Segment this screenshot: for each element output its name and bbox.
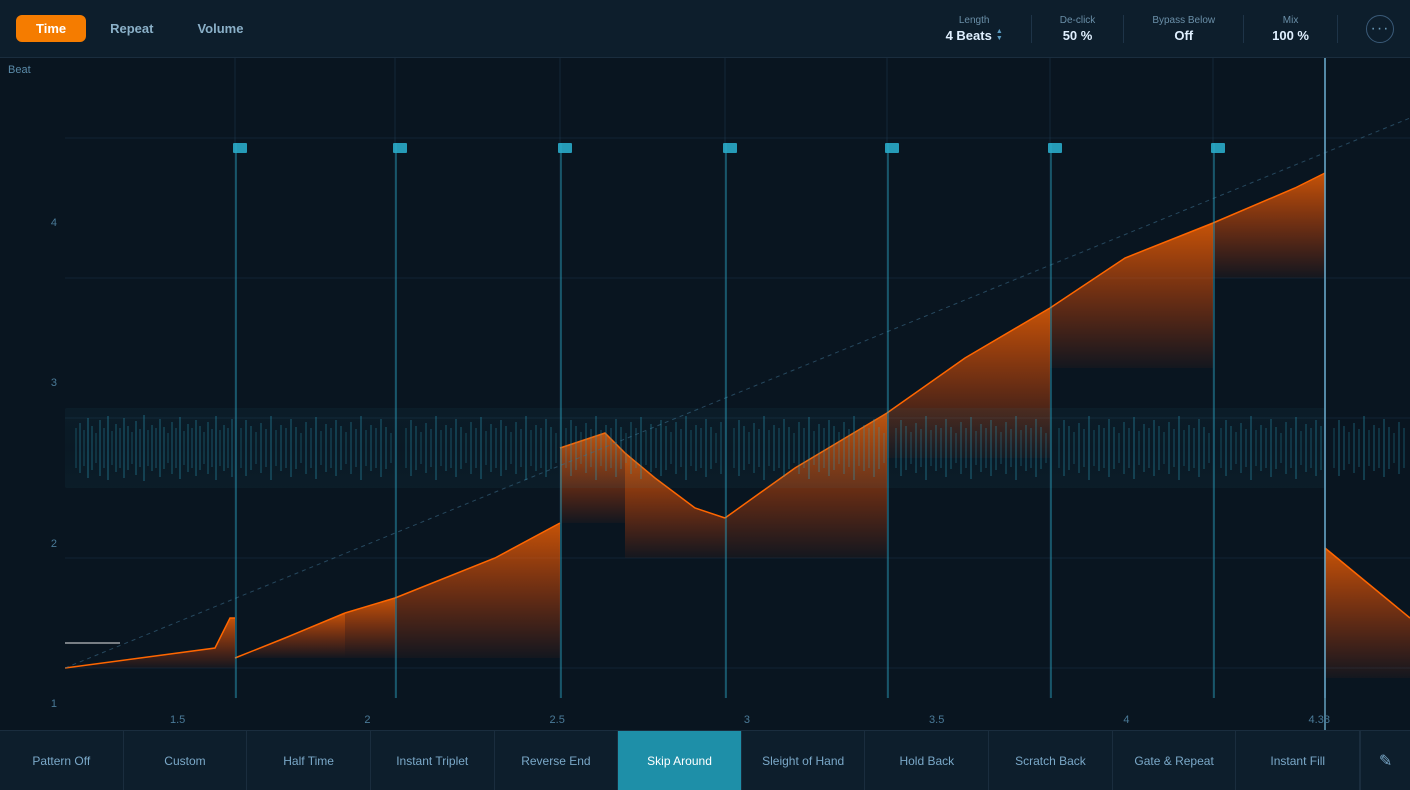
preset-pattern-off[interactable]: Pattern Off [0,731,124,790]
preset-custom[interactable]: Custom [124,731,248,790]
bypass-value[interactable]: Off [1174,28,1193,43]
pencil-icon: ✎ [1379,751,1392,771]
declick-control[interactable]: De-click 50 % [1060,15,1096,43]
declick-label: De-click [1060,15,1096,26]
divider-4 [1337,15,1338,43]
x-label-1-5: 1.5 [170,714,185,726]
preset-half-time[interactable]: Half Time [247,731,371,790]
tab-time[interactable]: Time [16,15,86,42]
x-label-2: 2 [364,714,370,726]
more-button[interactable]: ··· [1366,15,1394,43]
declick-value[interactable]: 50 % [1063,28,1093,43]
preset-skip-around[interactable]: Skip Around [618,731,742,790]
length-control[interactable]: Length 4 Beats ▲▼ [946,15,1003,43]
divider-2 [1123,15,1124,43]
tab-group: Time Repeat Volume [16,15,263,42]
header: Time Repeat Volume Length 4 Beats ▲▼ De-… [0,0,1410,58]
preset-hold-back[interactable]: Hold Back [865,731,989,790]
bypass-label: Bypass Below [1152,15,1215,26]
preset-instant-triplet[interactable]: Instant Triplet [371,731,495,790]
preset-reverse-end[interactable]: Reverse End [495,731,619,790]
mix-label: Mix [1283,15,1299,26]
x-label-3-5: 3.5 [929,714,944,726]
tab-volume[interactable]: Volume [177,15,263,42]
header-controls: Length 4 Beats ▲▼ De-click 50 % Bypass B… [946,15,1394,43]
x-label-4: 4 [1123,714,1129,726]
preset-sleight-of-hand[interactable]: Sleight of Hand [742,731,866,790]
bypass-control[interactable]: Bypass Below Off [1152,15,1215,43]
y-label-4val: 4 [0,217,65,229]
bottom-bar: Pattern Off Custom Half Time Instant Tri… [0,730,1410,790]
pencil-button[interactable]: ✎ [1360,731,1410,790]
x-label-2-5: 2.5 [550,714,565,726]
mix-value[interactable]: 100 % [1272,28,1309,43]
canvas-area[interactable]: Beat 4 3 2 1 [0,58,1410,730]
preset-scratch-back[interactable]: Scratch Back [989,731,1113,790]
length-value[interactable]: 4 Beats ▲▼ [946,28,1003,43]
tab-repeat[interactable]: Repeat [90,15,173,42]
main-visualization[interactable] [65,58,1410,730]
x-label-4-38: 4.38 [1309,714,1330,726]
y-axis: 4 3 2 1 [0,58,65,730]
y-label-1val: 1 [0,698,65,710]
preset-gate-repeat[interactable]: Gate & Repeat [1113,731,1237,790]
x-axis: 1.5 2 2.5 3 3.5 4 4.38 [65,714,1410,726]
y-label-2val: 2 [0,538,65,550]
preset-instant-fill[interactable]: Instant Fill [1236,731,1360,790]
divider-1 [1031,15,1032,43]
length-label: Length [959,15,990,26]
length-arrows: ▲▼ [996,28,1003,42]
mix-control[interactable]: Mix 100 % [1272,15,1309,43]
y-label-3val: 3 [0,377,65,389]
divider-3 [1243,15,1244,43]
x-label-3: 3 [744,714,750,726]
